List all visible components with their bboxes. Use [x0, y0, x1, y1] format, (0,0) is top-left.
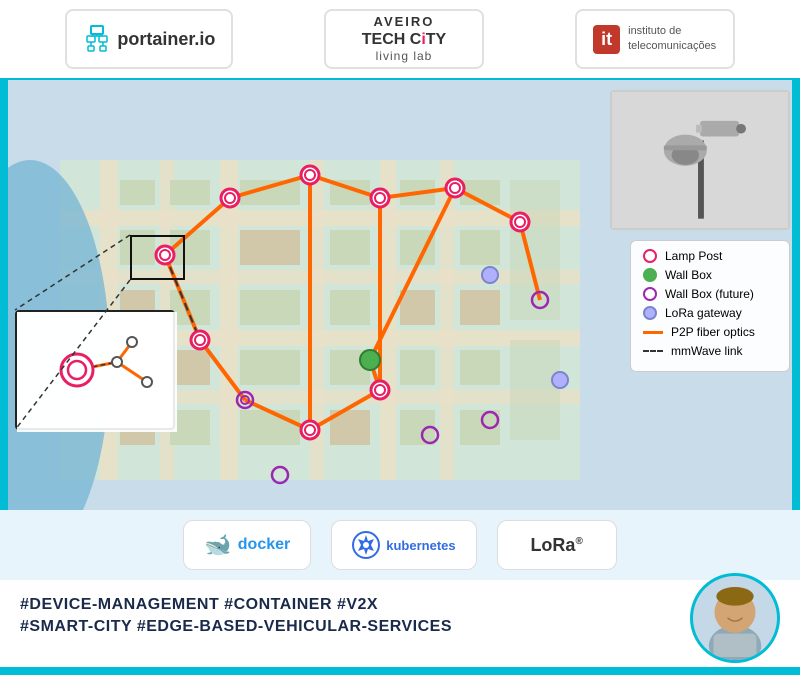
it-logo: it instituto de telecomunicações	[593, 24, 716, 55]
aveiro-line1: AVEIRO	[362, 14, 446, 30]
legend-lora: LoRa gateway	[643, 306, 777, 320]
map-left-bar	[0, 80, 8, 510]
it-text: instituto de telecomunicações	[628, 24, 716, 55]
aveiro-text: AVEIRO TECH CiTY living lab	[362, 14, 446, 63]
portainer-icon	[83, 24, 111, 54]
kubernetes-label: kubernetes	[386, 538, 455, 553]
aveiro-line3: living lab	[362, 49, 446, 63]
top-bar: portainer.io AVEIRO TECH CiTY living lab…	[0, 0, 800, 80]
lora-logo-box: LoRa®	[497, 520, 617, 570]
kubernetes-icon	[352, 531, 380, 559]
legend-label-lora: LoRa gateway	[665, 306, 742, 320]
legend-label-wallbox-future: Wall Box (future)	[665, 287, 754, 301]
legend-wall-box-future: Wall Box (future)	[643, 287, 777, 301]
it-logo-box: it instituto de telecomunicações	[575, 9, 735, 69]
legend-label-mmwave: mmWave link	[671, 344, 743, 358]
it-badge: it	[593, 25, 620, 54]
kubernetes-logo-box: kubernetes	[331, 520, 476, 570]
portainer-label: portainer.io	[117, 29, 215, 50]
it-line1: instituto de	[628, 24, 716, 39]
portainer-logo: portainer.io	[83, 24, 215, 54]
docker-logo-box: 🐋 docker	[183, 520, 311, 570]
legend-mmwave: mmWave link	[643, 344, 777, 358]
legend-dot-lora	[643, 306, 657, 320]
lora-label: LoRa®	[530, 535, 582, 556]
person-svg	[693, 573, 777, 660]
main-container: portainer.io AVEIRO TECH CiTY living lab…	[0, 0, 800, 675]
docker-whale-icon: 🐋	[204, 532, 231, 558]
legend-dot-wallbox-future	[643, 287, 657, 301]
it-line2: telecomunicações	[628, 39, 716, 54]
legend-fiber: P2P fiber optics	[643, 325, 777, 339]
docker-label: docker	[238, 536, 290, 554]
camera-image	[610, 90, 790, 230]
aveiro-line2: TECH CiTY	[362, 30, 446, 49]
person-avatar	[690, 573, 780, 663]
hashtag-bar: #DEVICE-MANAGEMENT #CONTAINER #V2X #SMAR…	[0, 580, 800, 655]
legend-dashed-mmwave	[643, 350, 663, 352]
legend-label-lamp: Lamp Post	[665, 249, 722, 263]
legend-lamp-post: Lamp Post	[643, 249, 777, 263]
tech-bar: 🐋 docker kubernetes LoRa®	[0, 510, 800, 580]
zoom-box-indicator	[130, 235, 185, 280]
zoom-inset-svg	[17, 312, 177, 432]
aveiro-logo-box: AVEIRO TECH CiTY living lab	[324, 9, 484, 69]
legend-line-fiber	[643, 331, 663, 334]
legend-dot-lamp	[643, 249, 657, 263]
camera-svg	[612, 90, 788, 230]
map-section: Lamp Post Wall Box Wall Box (future) LoR…	[0, 80, 800, 510]
legend-label-wallbox: Wall Box	[665, 268, 712, 282]
legend-wall-box: Wall Box	[643, 268, 777, 282]
map-right-bar	[792, 80, 800, 510]
bottom-bar	[0, 667, 800, 675]
map-legend: Lamp Post Wall Box Wall Box (future) LoR…	[630, 240, 790, 372]
hashtag-line2: #SMART-CITY #EDGE-BASED-VEHICULAR-SERVIC…	[20, 618, 780, 636]
legend-label-fiber: P2P fiber optics	[671, 325, 755, 339]
portainer-logo-box: portainer.io	[65, 9, 233, 69]
legend-dot-wallbox	[643, 268, 657, 282]
hashtag-line1: #DEVICE-MANAGEMENT #CONTAINER #V2X	[20, 596, 780, 614]
zoom-inset	[15, 310, 175, 430]
